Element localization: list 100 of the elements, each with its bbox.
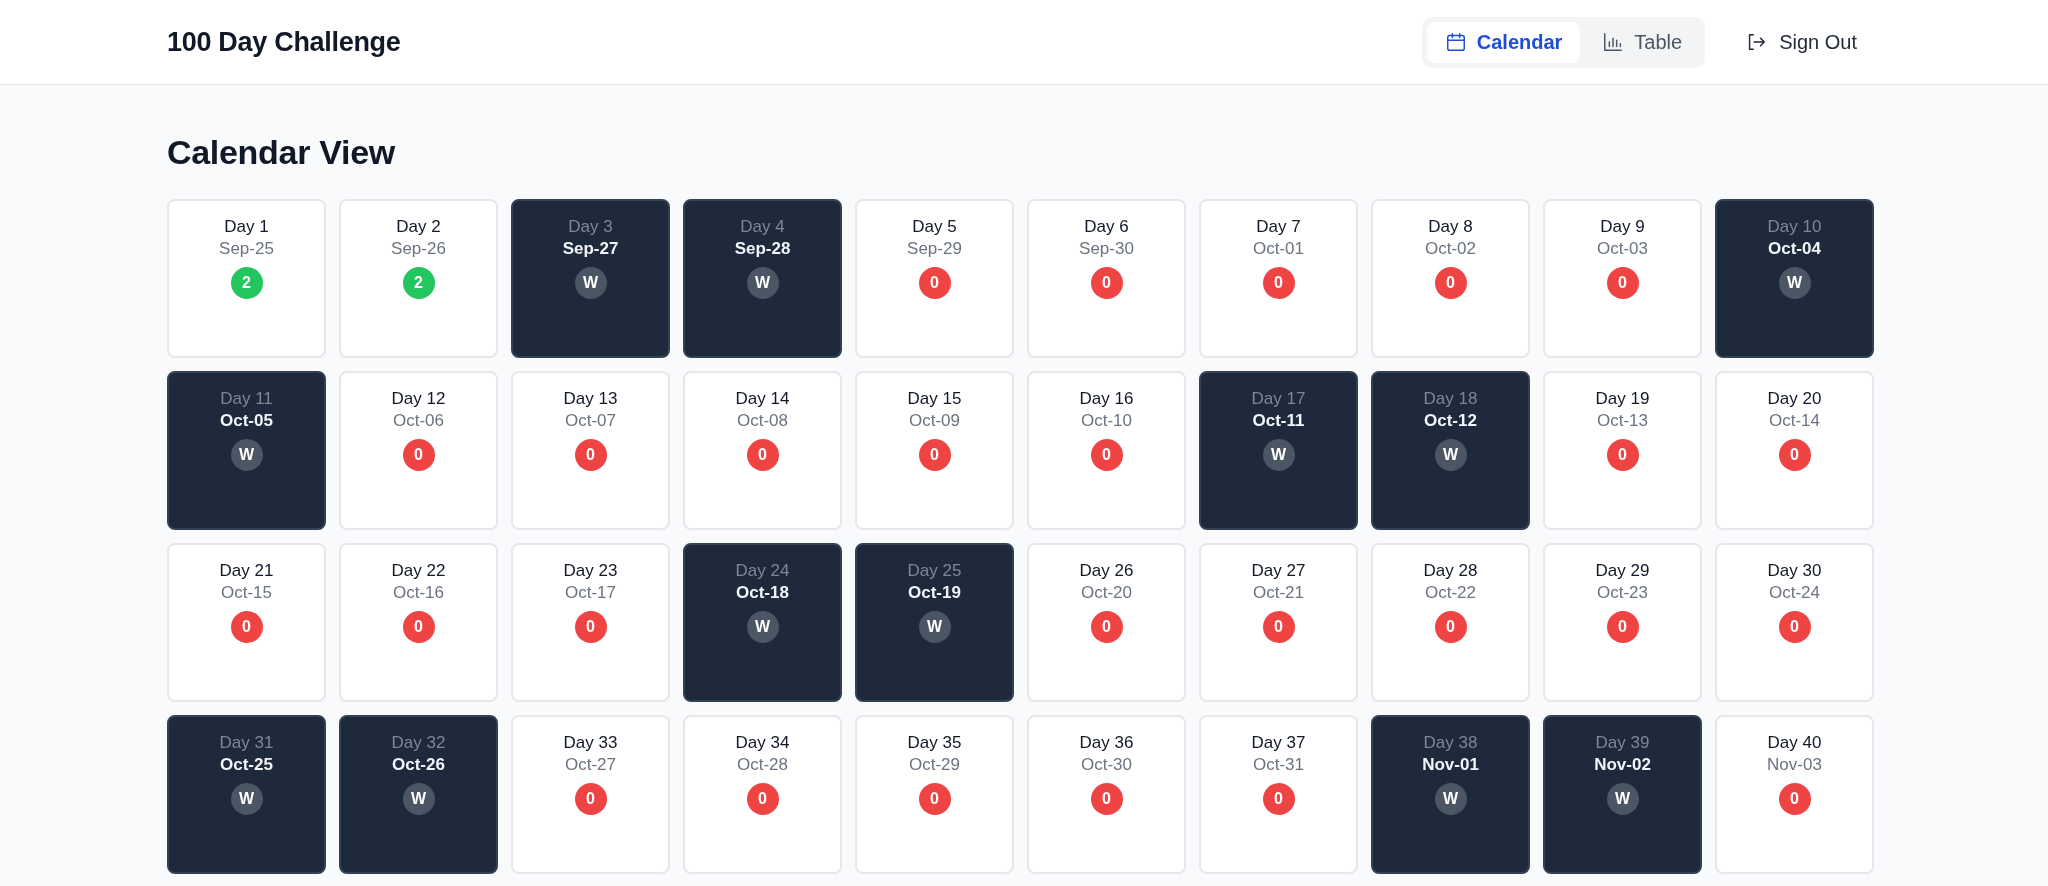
bar-chart-icon	[1602, 31, 1625, 53]
day-label: Day 13	[563, 388, 618, 410]
status-badge: 0	[1606, 439, 1639, 471]
day-date: Sep-28	[734, 238, 791, 260]
day-date: Oct-15	[221, 582, 272, 604]
day-label: Day 25	[907, 560, 962, 582]
status-badge: 0	[1090, 611, 1123, 643]
day-label: Day 5	[912, 216, 957, 238]
day-date: Oct-28	[737, 754, 788, 776]
day-label: Day 2	[396, 216, 441, 238]
app-title: 100 Day Challenge	[167, 26, 402, 58]
day-label: Day 16	[1079, 388, 1134, 410]
day-label: Day 24	[735, 560, 790, 582]
day-date: Oct-29	[909, 754, 960, 776]
day-label: Day 27	[1251, 560, 1306, 582]
status-badge: 0	[230, 611, 263, 643]
day-date: Oct-05	[220, 410, 273, 432]
status-badge: 0	[1434, 267, 1467, 299]
day-date: Nov-01	[1422, 754, 1479, 776]
status-badge: 2	[402, 267, 435, 299]
view-tab[interactable]: Calendar	[1426, 21, 1581, 63]
day-label: Day 1	[224, 216, 269, 238]
day-date: Oct-25	[220, 754, 273, 776]
day-label: Day 38	[1423, 732, 1478, 754]
status-badge: 0	[1778, 439, 1811, 471]
status-badge: 0	[1262, 783, 1295, 815]
day-label: Day 39	[1595, 732, 1650, 754]
view-tab[interactable]: Table	[1584, 21, 1701, 63]
day-date: Sep-29	[907, 238, 962, 260]
day-date: Oct-11	[1252, 410, 1305, 432]
calendar-icon	[1444, 31, 1467, 53]
status-badge: W	[1262, 439, 1295, 471]
day-label: Day 21	[219, 560, 274, 582]
status-badge: W	[230, 783, 263, 815]
status-badge: W	[1778, 267, 1811, 299]
day-date: Nov-02	[1594, 754, 1651, 776]
status-badge: 0	[1090, 267, 1123, 299]
status-badge: 0	[918, 439, 951, 471]
status-badge: W	[402, 783, 435, 815]
day-label: Day 3	[568, 216, 613, 238]
day-date: Sep-26	[391, 238, 446, 260]
day-label: Day 19	[1595, 388, 1650, 410]
status-badge: 0	[1262, 267, 1295, 299]
day-label: Day 14	[735, 388, 790, 410]
status-badge: 2	[230, 267, 263, 299]
day-label: Day 31	[219, 732, 274, 754]
day-date: Oct-16	[393, 582, 444, 604]
day-date: Oct-13	[1597, 410, 1648, 432]
day-date: Oct-10	[1081, 410, 1132, 432]
day-date: Oct-19	[908, 582, 961, 604]
day-label: Day 23	[563, 560, 618, 582]
day-date: Oct-31	[1253, 754, 1304, 776]
status-badge: 0	[1434, 611, 1467, 643]
day-label: Day 29	[1595, 560, 1650, 582]
day-label: Day 35	[907, 732, 962, 754]
day-label: Day 9	[1600, 216, 1645, 238]
day-date: Oct-23	[1597, 582, 1648, 604]
day-date: Sep-25	[219, 238, 274, 260]
status-badge: 0	[1090, 439, 1123, 471]
status-badge: 0	[574, 783, 607, 815]
status-badge: 0	[1606, 611, 1639, 643]
day-date: Oct-02	[1425, 238, 1476, 260]
day-label: Day 33	[563, 732, 618, 754]
day-date: Oct-30	[1081, 754, 1132, 776]
day-label: Day 36	[1079, 732, 1134, 754]
day-label: Day 10	[1767, 216, 1822, 238]
day-date: Sep-27	[562, 238, 619, 260]
status-badge: W	[574, 267, 607, 299]
day-date: Oct-21	[1253, 582, 1304, 604]
day-date: Oct-01	[1253, 238, 1304, 260]
day-label: Day 15	[907, 388, 962, 410]
page-title: Calendar View	[167, 133, 396, 172]
day-label: Day 22	[391, 560, 446, 582]
day-date: Nov-03	[1767, 754, 1822, 776]
day-label: Day 6	[1084, 216, 1129, 238]
day-date: Oct-08	[737, 410, 788, 432]
day-date: Oct-12	[1424, 410, 1477, 432]
day-label: Day 32	[391, 732, 446, 754]
status-badge: W	[230, 439, 263, 471]
day-date: Oct-07	[565, 410, 616, 432]
day-label: Day 12	[391, 388, 446, 410]
status-badge: 0	[1262, 611, 1295, 643]
status-badge: 0	[918, 267, 951, 299]
status-badge: 0	[918, 783, 951, 815]
status-badge: W	[746, 267, 779, 299]
day-label: Day 40	[1767, 732, 1822, 754]
day-label: Day 8	[1428, 216, 1473, 238]
day-date: Oct-04	[1768, 238, 1821, 260]
status-badge: 0	[402, 611, 435, 643]
status-badge: W	[1434, 439, 1467, 471]
status-badge: 0	[402, 439, 435, 471]
day-date: Oct-27	[565, 754, 616, 776]
day-label: Day 18	[1423, 388, 1478, 410]
day-date: Oct-03	[1597, 238, 1648, 260]
sign-out-button[interactable]: Sign Out	[1745, 22, 1857, 62]
day-date: Oct-17	[565, 582, 616, 604]
status-badge: 0	[574, 611, 607, 643]
status-badge: 0	[1778, 611, 1811, 643]
day-label: Day 34	[735, 732, 790, 754]
day-label: Day 7	[1256, 216, 1301, 238]
